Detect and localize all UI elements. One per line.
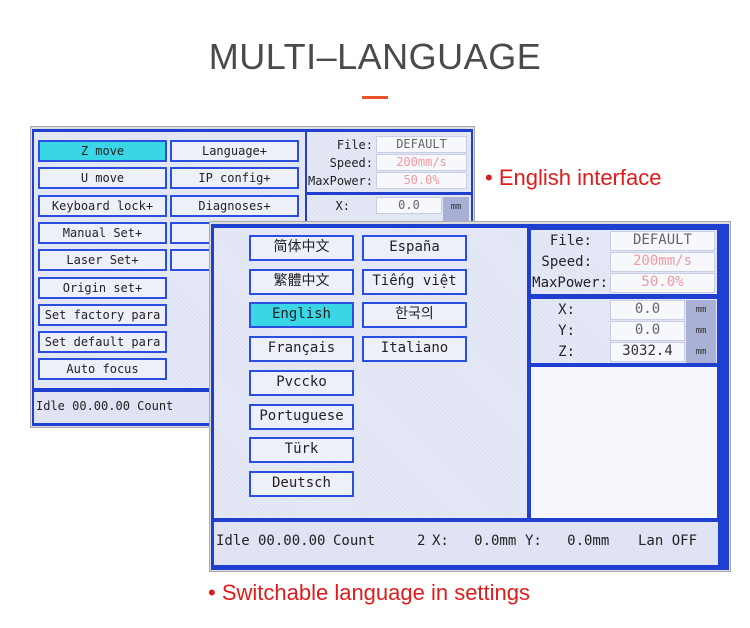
x-value: 0.0 (376, 197, 442, 214)
status-count: 2 (417, 533, 426, 549)
y-unit: mm (686, 321, 716, 342)
file-label: File: (549, 233, 592, 249)
file-label: File: (336, 138, 373, 152)
maxpower-value: 50.0% (610, 273, 715, 293)
language-button[interactable]: Tiếng việt (362, 268, 467, 295)
menu-button[interactable]: Set default para (38, 331, 167, 354)
menu-button[interactable]: Language+ (170, 140, 299, 162)
language-button[interactable]: Deutsch (249, 470, 354, 497)
y-label: Y: (558, 323, 575, 339)
speed-label: Speed: (329, 156, 373, 170)
file-value: DEFAULT (610, 231, 715, 251)
menu-button[interactable]: Origin set+ (38, 276, 167, 299)
x-value: 0.0 (610, 300, 685, 320)
menu-button[interactable]: Diagnoses+ (170, 194, 299, 217)
x-unit: mm (686, 300, 716, 321)
speed-value: 200mm/s (376, 154, 467, 171)
page-title: MULTI–LANGUAGE (208, 36, 542, 77)
y-value: 0.0 (610, 321, 685, 341)
status-y: Y: 0.0mm (525, 533, 610, 549)
language-button[interactable]: España (362, 235, 467, 261)
maxpower-value: 50.0% (376, 172, 467, 189)
speed-value: 200mm/s (610, 252, 715, 272)
language-button[interactable]: 简体中文 (249, 235, 354, 261)
x-label: X: (558, 302, 575, 318)
x-unit: mm (443, 197, 469, 223)
language-button[interactable]: Français (249, 336, 354, 363)
menu-button[interactable]: U move (38, 167, 167, 190)
menu-button[interactable]: IP config+ (170, 167, 299, 190)
menu-button[interactable]: Z move (38, 140, 167, 162)
language-button[interactable]: Türk (249, 437, 354, 464)
language-button[interactable]: Pvccko (249, 369, 354, 396)
menu-button[interactable]: Auto focus (38, 358, 167, 381)
status-count-label: Count (333, 533, 376, 549)
status-time: 00.00.00 (258, 533, 326, 549)
z-label: Z: (558, 344, 575, 360)
status-lan: Lan OFF (638, 533, 698, 549)
preview-area (531, 367, 717, 518)
accent-divider (362, 96, 388, 99)
menu-button[interactable]: Keyboard lock+ (38, 194, 167, 217)
menu-button[interactable]: Laser Set+ (38, 249, 167, 272)
language-button[interactable]: 한국의 (362, 302, 467, 329)
bullet-switchable-language: • Switchable language in settings (208, 580, 531, 605)
language-button[interactable]: 繁體中文 (249, 268, 354, 295)
x-label: X: (335, 199, 350, 213)
z-value: 3032.4 (610, 342, 685, 362)
back-status-bar: Idle 00.00.00 Count (34, 392, 214, 423)
z-unit: mm (686, 342, 716, 363)
status-state: Idle (216, 533, 250, 549)
speed-label: Speed: (541, 254, 592, 270)
language-button[interactable]: Italiano (362, 336, 467, 363)
menu-button[interactable]: Manual Set+ (38, 221, 167, 244)
status-x: X: 0.0mm (432, 533, 517, 549)
language-button[interactable]: Portuguese (249, 403, 354, 430)
bullet-english-interface: • English interface (485, 165, 662, 190)
file-value: DEFAULT (376, 136, 467, 153)
language-button[interactable]: English (249, 302, 354, 329)
maxpower-label: MaxPower: (532, 275, 608, 291)
maxpower-label: MaxPower: (307, 174, 373, 188)
menu-button[interactable]: Set factory para (38, 303, 167, 326)
